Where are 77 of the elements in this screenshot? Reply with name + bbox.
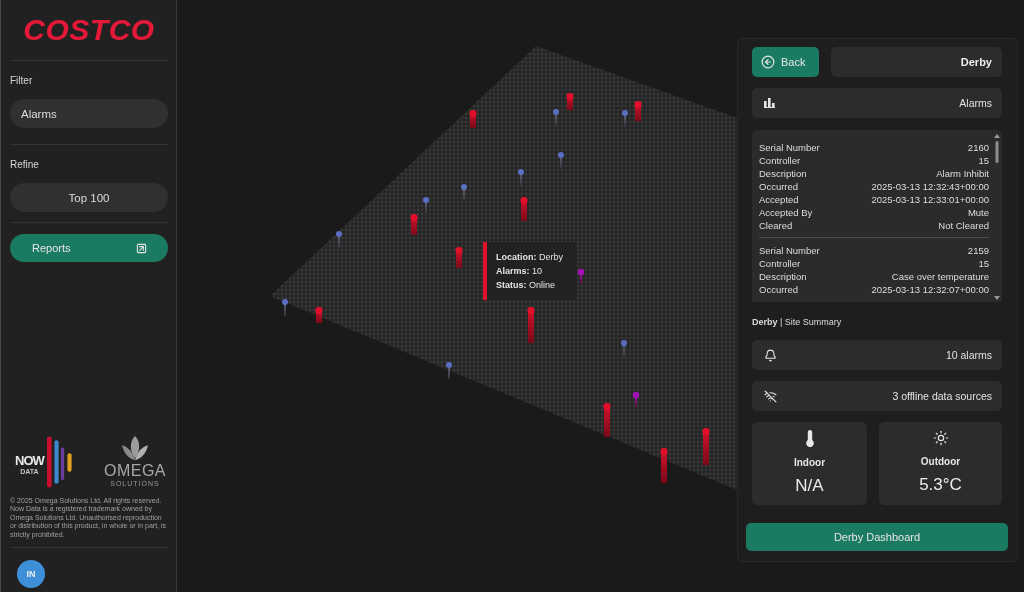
- logo-wordmark: OMEGA: [103, 462, 166, 479]
- external-link-icon: [136, 242, 147, 254]
- section-label: Refine: [10, 159, 40, 171]
- field-label: Description: [759, 270, 807, 283]
- field-value: Alarm Inhibit: [936, 167, 989, 180]
- field-value: 2025-03-13 12:32:07+00:00: [871, 283, 989, 296]
- bell-icon: [764, 348, 777, 362]
- map-pin[interactable]: [660, 448, 668, 483]
- temperature-value: N/A: [795, 476, 824, 496]
- temperature-value: 5.3°C: [919, 475, 962, 495]
- map-pin[interactable]: [634, 101, 642, 121]
- site-summary-title: Derby | Site Summary: [752, 317, 843, 327]
- temperature-label: Indoor: [793, 457, 826, 469]
- logo-wordmark: COSTCO: [23, 15, 155, 45]
- field-value: Case over temperature: [891, 270, 989, 283]
- logo-wordmark: NOW: [15, 453, 44, 468]
- tooltip-text: Alarms: 10: [496, 265, 544, 278]
- field-label: Controller: [759, 257, 801, 270]
- site-name-bar: Derby: [831, 47, 1002, 77]
- tooltip-text: Status: Online: [496, 279, 557, 292]
- section-label: Filter: [10, 75, 34, 87]
- tooltip-text: Location: Derby: [496, 251, 564, 264]
- sun-icon: [932, 430, 949, 446]
- wifi-off-icon: [764, 389, 777, 403]
- field-value: 2159: [967, 244, 989, 257]
- field-label: Controller: [759, 154, 801, 167]
- map-pin[interactable]: [566, 93, 574, 110]
- map-pin[interactable]: [702, 428, 710, 465]
- color-bars-logo-icon: [46, 435, 73, 488]
- field-label: Accepted By: [759, 206, 813, 219]
- alarms-header-title: Alarms: [959, 97, 992, 109]
- map-pin[interactable]: [621, 340, 627, 357]
- map-pin[interactable]: [410, 214, 418, 235]
- thermometer-icon: [805, 430, 814, 447]
- field-value: 2025-03-13 12:33:01+00:00: [871, 193, 989, 206]
- field-value: 15: [978, 257, 989, 270]
- field-label: Cleared: [759, 219, 793, 232]
- map-pin[interactable]: [461, 184, 467, 201]
- map-pin[interactable]: [577, 268, 585, 284]
- field-label: Occurred: [759, 180, 799, 193]
- bar-chart-icon: [764, 98, 775, 108]
- field-value: Mute: [967, 206, 989, 219]
- field-value: Not Cleared: [938, 219, 989, 232]
- map-pin[interactable]: [423, 197, 429, 214]
- field-label: Serial Number: [759, 141, 820, 154]
- leaf-logo-icon: [120, 435, 149, 462]
- field-label: Serial Number: [759, 244, 820, 257]
- back-button[interactable]: Back: [752, 47, 819, 77]
- map-pin[interactable]: [553, 109, 559, 126]
- summary-text: 3 offline data sources: [892, 390, 992, 402]
- map-pin[interactable]: [518, 169, 524, 186]
- map-pin[interactable]: [520, 197, 528, 221]
- map-pin[interactable]: [336, 231, 342, 248]
- field-label: Description: [759, 167, 807, 180]
- map-pin[interactable]: [446, 362, 452, 379]
- map-pin[interactable]: [632, 391, 640, 407]
- user-avatar[interactable]: IN: [17, 560, 45, 588]
- refine-select[interactable]: Top 100: [10, 183, 168, 212]
- temperature-label: Outdoor: [920, 456, 961, 468]
- map-pin[interactable]: [603, 403, 611, 437]
- scrollbar[interactable]: [994, 134, 1000, 300]
- filter-select[interactable]: Alarms: [10, 99, 168, 128]
- map-pin[interactable]: [558, 152, 564, 169]
- field-value: 2160: [967, 141, 989, 154]
- map-pin[interactable]: [622, 110, 628, 127]
- dashboard-button[interactable]: Derby Dashboard: [746, 523, 1008, 551]
- map-pin[interactable]: [469, 110, 477, 128]
- map-pin[interactable]: [315, 307, 323, 323]
- map-pin[interactable]: [282, 299, 288, 316]
- field-label: Accepted: [759, 193, 799, 206]
- field-label: Occurred: [759, 283, 799, 296]
- map-pin[interactable]: [455, 247, 463, 268]
- field-value: 15: [978, 154, 989, 167]
- map-pin[interactable]: [527, 307, 535, 343]
- field-value: 2025-03-13 12:32:43+00:00: [871, 180, 989, 193]
- summary-text: 10 alarms: [945, 349, 992, 361]
- reports-button[interactable]: Reports: [10, 234, 168, 262]
